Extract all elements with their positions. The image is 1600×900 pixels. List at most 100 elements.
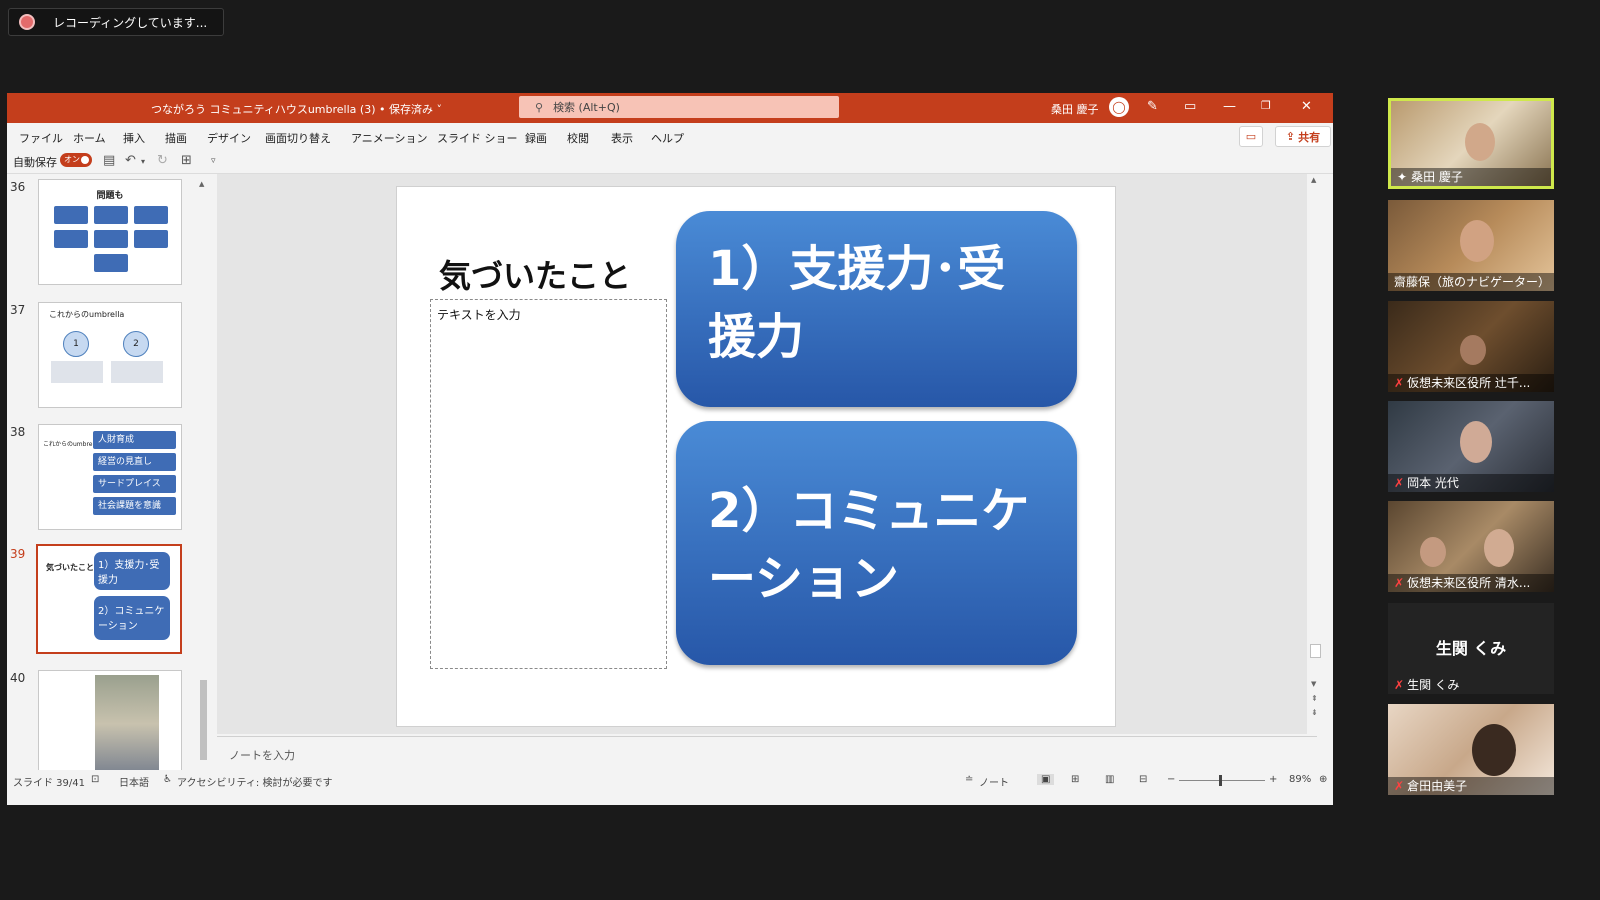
thumb-title: 問題も bbox=[96, 191, 124, 201]
thumb-box bbox=[54, 230, 88, 248]
user-name[interactable]: 桑田 慶子 bbox=[1051, 101, 1099, 117]
thumb-number: 37 bbox=[10, 303, 26, 317]
zoom-level[interactable]: 89% bbox=[1289, 774, 1311, 785]
participant-tile[interactable]: 齋藤保（旅のナビゲーター） bbox=[1388, 200, 1554, 291]
menu-draw[interactable]: 描画 bbox=[165, 130, 187, 146]
save-icon[interactable]: ▤ bbox=[103, 153, 115, 168]
mic-muted-icon: ✗ bbox=[1394, 476, 1405, 490]
canvas-scrollbar[interactable]: ▲ ▼ ⇞ ⇟ bbox=[1309, 174, 1321, 734]
participant-name: 岡本 光代 bbox=[1407, 476, 1459, 490]
status-bar: スライド 39/41 ⊡ 日本語 ♿ アクセシビリティ: 検討が必要です ≐ ノ… bbox=[7, 770, 1333, 790]
close-icon[interactable]: ✕ bbox=[1301, 99, 1312, 114]
zoom-slider[interactable] bbox=[1179, 780, 1265, 781]
present-icon[interactable]: ⊞ bbox=[181, 153, 192, 168]
notes-button[interactable]: ノート bbox=[979, 774, 1009, 789]
slide-thumbnail-36[interactable]: 問題も bbox=[38, 179, 182, 285]
menu-insert[interactable]: 挿入 bbox=[123, 130, 145, 146]
spellcheck-icon[interactable]: ⊡ bbox=[91, 774, 99, 785]
menu-review[interactable]: 校閲 bbox=[567, 130, 589, 146]
ribbon-display-icon[interactable]: ▭ bbox=[1184, 99, 1196, 114]
participant-video bbox=[1460, 335, 1486, 365]
pin-icon: ✦ bbox=[1397, 170, 1408, 184]
menu-design[interactable]: デザイン bbox=[207, 130, 251, 146]
thumb-title: これからのumbrella bbox=[43, 441, 100, 448]
slide[interactable]: 気づいたこと テキストを入力 1）支援力･受援力 2）コミュニケーション bbox=[396, 186, 1116, 727]
search-box[interactable]: ⚲ 検索 (Alt+Q) bbox=[519, 96, 839, 118]
minimize-icon[interactable]: — bbox=[1223, 99, 1236, 114]
notes-pane[interactable]: ノートを入力 bbox=[217, 736, 1317, 770]
participant-name: 倉田由美子 bbox=[1407, 779, 1468, 793]
mic-muted-icon: ✗ bbox=[1394, 779, 1405, 793]
undo-icon[interactable]: ↶ bbox=[125, 153, 136, 168]
user-avatar-icon[interactable]: ◯ bbox=[1109, 97, 1129, 117]
participant-video bbox=[1484, 529, 1514, 567]
autosave-label: 自動保存 bbox=[13, 156, 57, 169]
participant-tile[interactable]: ✗ 仮想未来区役所 辻千... bbox=[1388, 301, 1554, 392]
next-slide-icon[interactable]: ⇟ bbox=[1311, 708, 1318, 717]
participant-tile[interactable]: ✗ 岡本 光代 bbox=[1388, 401, 1554, 492]
participant-tile[interactable]: ✗ 倉田由美子 bbox=[1388, 704, 1554, 795]
slide-thumbnail-pane: 36 問題も 37 これからのumbrella 1 2 38 これからのumbr… bbox=[7, 174, 209, 770]
menu-bar: ファイル ホーム 挿入 描画 デザイン 画面切り替え アニメーション スライド … bbox=[7, 123, 1333, 149]
menu-animations[interactable]: アニメーション bbox=[351, 130, 428, 146]
title-bar: つながろう コミュニティハウスumbrella (3) • 保存済み ˅ ⚲ 検… bbox=[7, 93, 1333, 123]
participant-tile[interactable]: 生関 くみ ✗ 生関 くみ bbox=[1388, 603, 1554, 694]
slide-title[interactable]: 気づいたこと bbox=[439, 251, 631, 297]
slideshow-icon[interactable]: ⊟ bbox=[1139, 774, 1147, 785]
slide-box-2[interactable]: 2）コミュニケーション bbox=[676, 421, 1077, 665]
document-title[interactable]: つながろう コミュニティハウスumbrella (3) • 保存済み ˅ bbox=[151, 101, 442, 117]
recording-indicator[interactable]: レコーディングしています... bbox=[8, 8, 224, 36]
customize-qat-icon[interactable]: ▿ bbox=[211, 156, 216, 166]
participant-video bbox=[1460, 421, 1492, 463]
menu-home[interactable]: ホーム bbox=[73, 130, 106, 146]
text-placeholder[interactable]: テキストを入力 bbox=[430, 299, 667, 669]
notes-placeholder: ノートを入力 bbox=[229, 749, 295, 762]
fit-slide-icon[interactable]: ⊕ bbox=[1319, 774, 1327, 785]
slide-sorter-icon[interactable]: ⊞ bbox=[1071, 774, 1079, 785]
redo-icon[interactable]: ↻ bbox=[157, 153, 168, 168]
menu-slideshow[interactable]: スライド ショー bbox=[437, 130, 518, 146]
scroll-thumb[interactable] bbox=[200, 680, 207, 760]
pen-icon[interactable]: ✎ bbox=[1147, 99, 1158, 114]
thumbnail-scrollbar[interactable]: ▲ bbox=[198, 180, 209, 770]
restore-icon[interactable]: ❐ bbox=[1261, 99, 1271, 112]
accessibility-icon: ♿ bbox=[163, 774, 172, 785]
undo-dropdown-icon[interactable]: ▾ bbox=[141, 157, 145, 166]
participant-name: 齋藤保（旅のナビゲーター） bbox=[1394, 275, 1551, 289]
participant-tile[interactable]: ✗ 仮想未来区役所 清水... bbox=[1388, 501, 1554, 592]
thumb-circle: 1 bbox=[63, 331, 89, 357]
slide-thumbnail-40[interactable] bbox=[38, 670, 182, 770]
normal-view-icon[interactable]: ▣ bbox=[1037, 774, 1055, 785]
slide-box-1[interactable]: 1）支援力･受援力 bbox=[676, 211, 1077, 407]
thumb-box: 社会課題を意識 bbox=[93, 497, 176, 515]
accessibility-status[interactable]: アクセシビリティ: 検討が必要です bbox=[177, 774, 332, 789]
comments-button[interactable]: ▭ bbox=[1239, 126, 1263, 147]
record-icon bbox=[21, 16, 33, 28]
scroll-up-icon[interactable]: ▲ bbox=[1311, 176, 1316, 184]
scroll-down-icon[interactable]: ▼ bbox=[1311, 680, 1316, 688]
thumb-number: 36 bbox=[10, 180, 26, 194]
scroll-up-icon[interactable]: ▲ bbox=[199, 180, 208, 188]
previous-slide-icon[interactable]: ⇞ bbox=[1311, 694, 1318, 703]
share-icon: ⇪ bbox=[1285, 130, 1296, 143]
thumb-box: 人財育成 bbox=[93, 431, 176, 449]
slide-thumbnail-37[interactable]: これからのumbrella 1 2 bbox=[38, 302, 182, 408]
search-icon: ⚲ bbox=[535, 100, 544, 114]
reading-view-icon[interactable]: ▥ bbox=[1105, 774, 1114, 785]
participant-tile[interactable]: ✦ 桑田 慶子 bbox=[1388, 98, 1554, 189]
menu-help[interactable]: ヘルプ bbox=[651, 130, 684, 146]
menu-record[interactable]: 録画 bbox=[525, 130, 547, 146]
share-button[interactable]: ⇪ 共有 bbox=[1275, 126, 1331, 147]
menu-file[interactable]: ファイル bbox=[19, 130, 63, 146]
slide-thumbnail-38[interactable]: これからのumbrella 人財育成 経営の見直し サードプレイス 社会課題を意… bbox=[38, 424, 182, 530]
zoom-out-icon[interactable]: − bbox=[1167, 774, 1175, 785]
language[interactable]: 日本語 bbox=[119, 774, 149, 789]
zoom-slider-thumb[interactable] bbox=[1219, 775, 1222, 786]
scroll-thumb[interactable] bbox=[1310, 644, 1321, 658]
autosave-toggle[interactable]: オン bbox=[60, 153, 92, 167]
menu-transitions[interactable]: 画面切り替え bbox=[265, 130, 331, 146]
zoom-in-icon[interactable]: + bbox=[1269, 774, 1277, 785]
thumb-photo bbox=[95, 675, 159, 770]
slide-thumbnail-39[interactable]: 気づいたこと 1）支援力･受援力 2）コミュニケーション bbox=[36, 544, 182, 654]
menu-view[interactable]: 表示 bbox=[611, 130, 633, 146]
